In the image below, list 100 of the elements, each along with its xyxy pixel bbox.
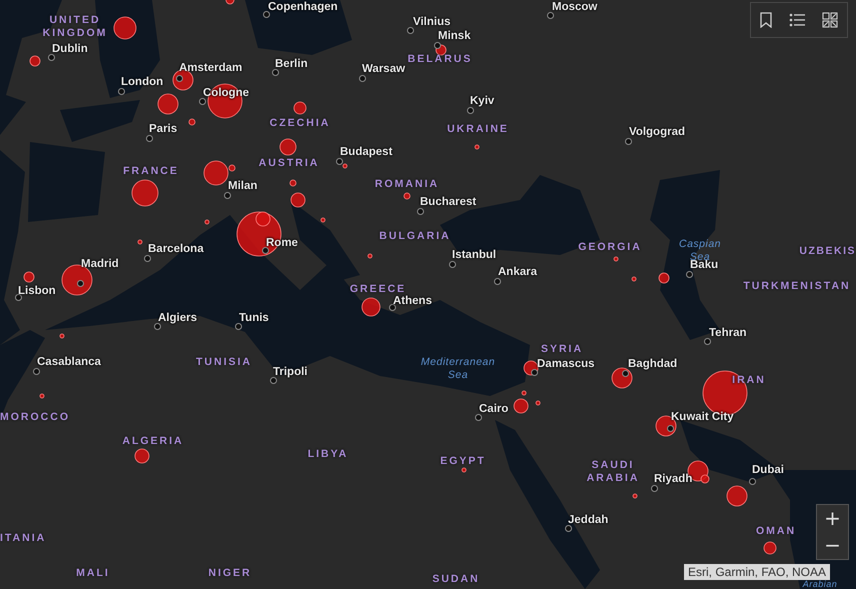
city-label: Lisbon — [18, 284, 56, 298]
country-label: TUNISIA — [195, 356, 253, 369]
country-label: UNITED KINGDOM — [42, 14, 108, 40]
case-bubble[interactable] — [522, 390, 526, 396]
city-dot-icon — [263, 11, 270, 18]
country-label: BELARUS — [408, 53, 472, 66]
case-bubble[interactable] — [256, 212, 270, 226]
city-label: Istanbul — [452, 248, 496, 262]
case-bubble[interactable] — [474, 144, 480, 150]
city-label: Riyadh — [654, 472, 692, 486]
country-label: SYRIA — [540, 343, 584, 356]
case-bubble[interactable] — [172, 70, 194, 90]
case-bubble[interactable] — [132, 180, 158, 206]
country-label: ALGERIA — [121, 435, 185, 448]
city-label: Damascus — [537, 357, 595, 371]
city-label: Warsaw — [362, 62, 406, 76]
city-dot-icon — [449, 261, 456, 268]
city-dot-icon — [475, 414, 482, 421]
city-label: Milan — [228, 179, 258, 193]
case-bubble[interactable] — [462, 468, 466, 472]
city-label: Minsk — [438, 29, 471, 43]
country-label: LIBYA — [306, 448, 350, 461]
city-dot-icon — [565, 525, 572, 532]
case-bubble[interactable] — [134, 448, 150, 464]
case-bubble[interactable] — [700, 474, 710, 484]
case-bubble[interactable] — [368, 254, 372, 258]
case-bubble[interactable] — [280, 138, 296, 156]
city-dot-icon — [199, 98, 206, 105]
case-bubble[interactable] — [60, 334, 64, 338]
case-bubble[interactable] — [726, 486, 748, 506]
case-bubble[interactable] — [294, 102, 306, 114]
city-dot-icon — [389, 304, 396, 311]
case-bubble[interactable] — [612, 368, 632, 388]
case-bubble[interactable] — [514, 398, 528, 414]
city-dot-icon — [417, 208, 424, 215]
city-label: Jeddah — [568, 513, 608, 527]
case-bubble[interactable] — [204, 220, 210, 224]
case-bubble[interactable] — [24, 272, 34, 282]
country-label: UZBEKIS — [799, 245, 856, 258]
city-label: Budapest — [340, 145, 392, 159]
case-bubble[interactable] — [632, 494, 638, 498]
city-dot-icon — [467, 107, 474, 114]
case-bubble[interactable] — [290, 192, 306, 208]
city-dot-icon — [704, 338, 711, 345]
case-bubble[interactable] — [228, 164, 236, 172]
country-label: GEORGIA — [578, 241, 642, 254]
city-label: Tehran — [709, 326, 746, 340]
legend-list-icon[interactable] — [786, 11, 807, 29]
city-dot-icon — [749, 478, 756, 485]
country-label: GREECE — [350, 283, 406, 296]
case-bubble[interactable] — [158, 94, 178, 114]
city-label: Baghdad — [628, 357, 678, 371]
case-bubble[interactable] — [114, 16, 136, 40]
country-label: MOROCCO — [0, 411, 70, 424]
case-bubble[interactable] — [614, 256, 618, 262]
case-bubble[interactable] — [290, 180, 296, 186]
case-bubble[interactable] — [342, 164, 348, 168]
case-bubble[interactable] — [30, 56, 40, 66]
city-dot-icon — [146, 135, 153, 142]
basemap-gallery-icon[interactable] — [820, 10, 840, 30]
city-label: Volgograd — [629, 125, 686, 139]
case-bubble[interactable] — [226, 0, 234, 4]
country-label: FRANCE — [123, 165, 179, 178]
case-bubble[interactable] — [536, 400, 540, 406]
city-dot-icon — [224, 192, 231, 199]
city-label: Dubai — [752, 463, 784, 477]
city-label: Ankara — [498, 265, 537, 279]
city-label: Madrid — [81, 257, 119, 271]
case-bubble[interactable] — [204, 160, 228, 186]
country-label: SUDAN — [432, 573, 480, 586]
case-bubble[interactable] — [764, 542, 776, 554]
sea-label: Mediterranean Sea — [420, 356, 496, 382]
country-label: UKRAINE — [447, 123, 509, 136]
case-bubble[interactable] — [404, 192, 410, 200]
country-label: ITANIA — [0, 532, 46, 545]
case-bubble[interactable] — [320, 218, 326, 222]
city-dot-icon — [434, 42, 441, 49]
case-bubble[interactable] — [658, 272, 670, 284]
case-bubble[interactable] — [632, 276, 636, 282]
city-dot-icon — [625, 138, 632, 145]
case-bubble[interactable] — [138, 240, 142, 244]
city-label: Bucharest — [420, 195, 476, 209]
city-label: Athens — [393, 294, 432, 308]
country-label: TURKMENISTAN — [743, 280, 851, 293]
city-dot-icon — [359, 75, 366, 82]
city-label: Vilnius — [413, 15, 450, 29]
case-bubble[interactable] — [40, 394, 44, 398]
bookmark-icon[interactable] — [758, 10, 774, 30]
city-dot-icon — [547, 12, 554, 19]
city-label: Amsterdam — [179, 61, 242, 75]
city-label: Algiers — [158, 311, 197, 325]
case-bubble[interactable] — [362, 298, 380, 316]
country-label: BULGARIA — [379, 230, 451, 243]
city-label: Baku — [690, 259, 718, 272]
country-label: EGYPT — [439, 455, 487, 468]
country-label: NIGER — [208, 567, 252, 580]
case-bubble[interactable] — [188, 118, 196, 126]
city-label: Tripoli — [273, 365, 308, 379]
sea-label: Arabian — [802, 580, 838, 589]
city-label: Dublin — [52, 42, 88, 56]
